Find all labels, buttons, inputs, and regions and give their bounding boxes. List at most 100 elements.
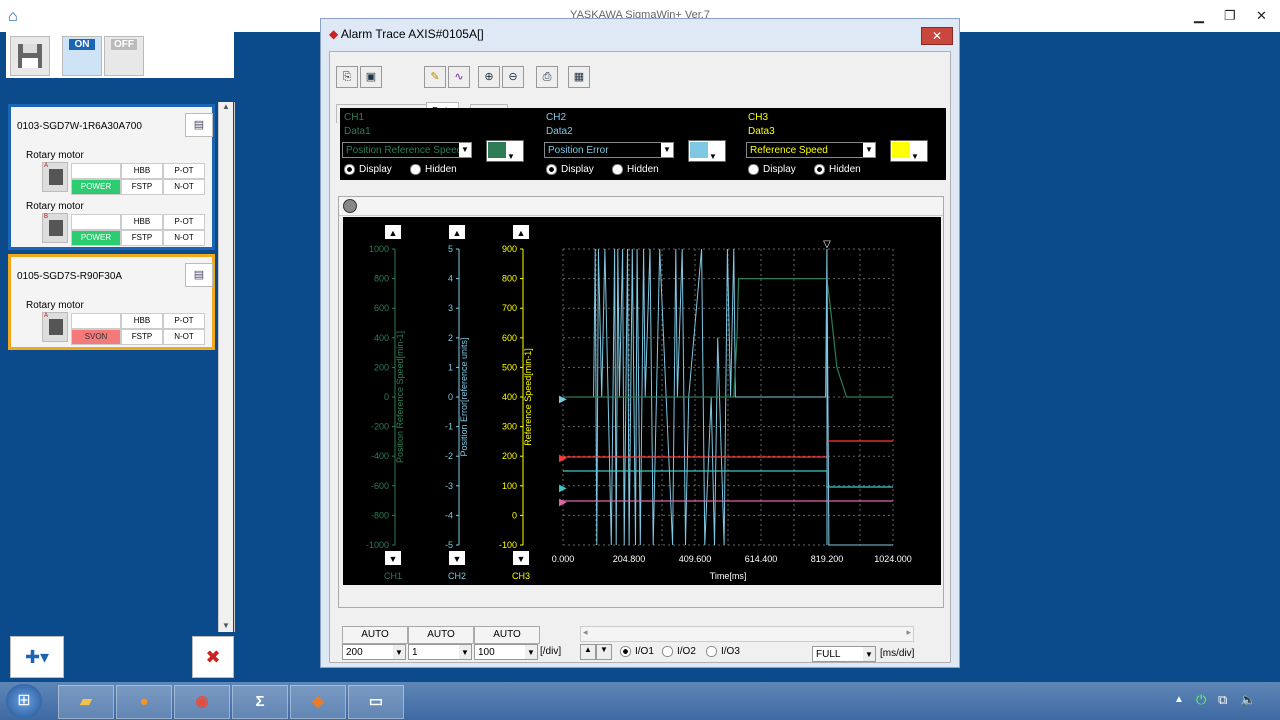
io-marker-icon: ▶ [559,483,567,494]
ch1-div-select[interactable]: 200 ▼ [342,644,406,660]
ch1-tick-label: -400 [371,451,389,461]
ch3-down-arrow-icon: ▼ [517,554,526,564]
motor-icon: B [42,213,68,243]
ch2-div-select[interactable]: 1 ▼ [408,644,472,660]
x-tick-label: 409.600 [679,554,712,564]
ch1-hidden-radio[interactable]: Hidden [410,164,457,175]
ch3-tick-label: 300 [502,422,517,432]
taskbar-window[interactable]: ▭ [348,685,404,719]
uc-browser-icon: ● [139,693,149,710]
ch3-div-select[interactable]: 100 ▼ [474,644,538,660]
chevron-down-icon: ▼ [863,143,875,157]
ch3-color-swatch [892,142,910,158]
ch3-hidden-radio[interactable]: Hidden [814,164,861,175]
print-icon[interactable]: ⎙ [536,66,558,88]
remove-device-button[interactable]: ✖ [192,636,234,678]
move-up-icon[interactable]: ▲ [580,644,596,660]
taskbar-browser-uc[interactable]: ● [116,685,172,719]
trace-chart: 10008006004002000-200-400-600-800-1000Po… [366,225,935,607]
servo-off-button[interactable]: OFF [104,36,144,76]
taskbar-chrome[interactable]: ◉ [174,685,230,719]
x-tick-label: 819.200 [811,554,844,564]
io1-radio[interactable]: I/O1 [620,646,654,657]
ch2-tick-label: -2 [445,451,453,461]
ch1-tick-label: 400 [374,333,389,343]
ch1-signal-select[interactable]: Position Reference Speed ▼ [342,142,472,158]
scroll-left-icon[interactable]: ◂ [583,627,588,638]
off-label: OFF [111,39,137,50]
trigger-marker-icon: ▽ [823,239,831,250]
taskbar-pdf[interactable]: ◈ [290,685,346,719]
ch2-tick-label: -4 [445,510,453,520]
ch3-signal-select[interactable]: Reference Speed ▼ [746,142,876,158]
device-card[interactable]: 0103-SGD7W-1R6A30A700 ▤ Rotary motor A H… [8,104,215,250]
scroll-up-icon[interactable]: ▲ [219,102,233,111]
zoom-in-icon[interactable]: ⊕ [478,66,500,88]
ch1-color-swatch [488,142,506,158]
taskbar-sigmawin[interactable]: Σ [232,685,288,719]
ch2-name: CH2 [448,571,466,581]
move-down-icon[interactable]: ▼ [596,644,612,660]
ch3-tick-label: 0 [512,510,517,520]
ch1-color-picker[interactable]: ▼ [486,140,524,162]
wave-icon[interactable]: ∿ [448,66,470,88]
device-tray-icon[interactable]: ⧉ [1218,692,1227,708]
ch2-color-swatch [690,142,708,158]
ch3-auto-button[interactable]: AUTO [474,626,540,644]
ch3-up-arrow-icon: ▲ [517,228,526,238]
div-unit: [/div] [540,646,562,657]
ch1-display-radio[interactable]: Display [344,164,392,175]
servo-on-button[interactable]: ON [62,36,102,76]
open-icon[interactable]: ⎘ [336,66,358,88]
ch1-tick-label: -800 [371,510,389,520]
ch2-tick-label: -5 [445,540,453,550]
time-scrollbar[interactable]: ◂ ▸ [580,626,914,642]
add-device-button[interactable]: ✚▾ [10,636,64,678]
ch2-auto-button[interactable]: AUTO [408,626,474,644]
scroll-right-icon[interactable]: ▸ [906,627,911,638]
hidden-label: Hidden [627,164,659,176]
io2-radio[interactable]: I/O2 [662,646,696,657]
save-icon[interactable]: ▣ [360,66,382,88]
ch1-auto-button[interactable]: AUTO [342,626,408,644]
minimize-icon[interactable]: ▁ [1194,8,1204,24]
ch3-display-radio[interactable]: Display [748,164,796,175]
ch2-color-picker[interactable]: ▼ [688,140,726,162]
record-indicator-icon[interactable] [343,199,357,213]
io3-radio[interactable]: I/O3 [706,646,740,657]
device-card-selected[interactable]: 0105-SGD7S-R90F30A ▤ Rotary motor A HBB … [8,254,215,350]
radio-icon [612,164,623,175]
save-button[interactable] [10,36,50,76]
trace-icon[interactable]: ✎ [424,66,446,88]
io3-label: I/O3 [721,646,740,658]
tray-expand-icon[interactable]: ▲ [1174,694,1184,705]
display-label: Display [359,164,392,176]
ch2-tick-label: 5 [448,244,453,254]
ch3-tick-label: 500 [502,362,517,372]
power-icon[interactable]: ⏻ [1196,692,1206,708]
csv-icon[interactable]: ▦ [568,66,590,88]
dialog-close-button[interactable]: ✕ [921,27,953,45]
axis-label: B [44,214,49,220]
ch3-color-picker[interactable]: ▼ [890,140,928,162]
taskbar-explorer[interactable]: ▰ [58,685,114,719]
ch2-display-radio[interactable]: Display [546,164,594,175]
ch2-hidden-radio[interactable]: Hidden [612,164,659,175]
zoom-out-icon[interactable]: ⊖ [502,66,524,88]
close-window-icon[interactable]: ✕ [1256,8,1267,24]
ch2-signal: Position Error [548,145,609,156]
volume-icon[interactable]: 🔈 [1240,692,1256,708]
device-menu-button[interactable]: ▤ [185,263,213,287]
ch2-up-arrow-icon: ▲ [453,228,462,238]
chevron-down-icon: ▼ [393,645,405,659]
ch3-data-label: Data3 [748,126,775,137]
hbb-cell: HBB [121,214,163,230]
ch2-signal-select[interactable]: Position Error ▼ [544,142,674,158]
maximize-icon[interactable]: ❐ [1224,8,1236,24]
device-menu-button[interactable]: ▤ [185,113,213,137]
time-div-select[interactable]: FULL ▼ [812,646,876,662]
scroll-down-icon[interactable]: ▼ [219,621,233,630]
plot-toolbar [339,197,943,216]
start-button[interactable]: ⊞ [6,684,42,718]
fstp-cell: FSTP [121,329,163,345]
